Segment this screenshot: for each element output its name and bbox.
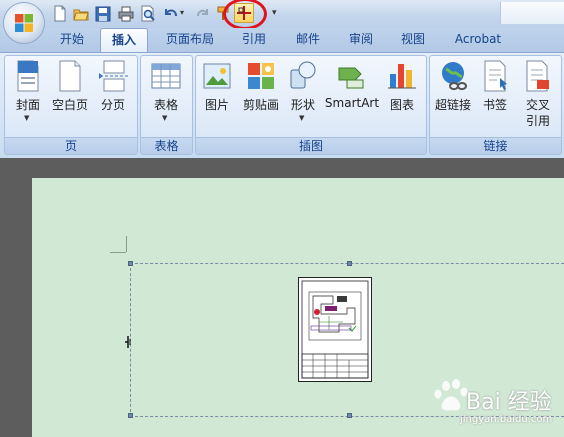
chart-button[interactable]: 图表 — [384, 58, 420, 128]
blank-page-label: 空白页 — [51, 98, 88, 112]
tab-review[interactable]: 审阅 — [342, 28, 380, 52]
open-folder-icon[interactable] — [73, 5, 89, 22]
clip-art-icon — [248, 63, 274, 89]
tab-references[interactable]: 引用 — [236, 28, 272, 52]
tab-home[interactable]: 开始 — [50, 28, 94, 52]
page-break-label: 分页 — [100, 98, 125, 112]
hyperlink-button[interactable]: 超链接 — [432, 58, 474, 128]
margin-corner-mark — [110, 252, 126, 253]
resize-handle[interactable] — [128, 261, 133, 266]
watermark-url: jingyan.baidu.com — [460, 414, 553, 425]
group-illustrations-label: 插图 — [196, 137, 426, 154]
page-break-icon — [99, 60, 128, 92]
chevron-down-icon: ▼ — [24, 114, 30, 122]
new-doc-icon[interactable] — [52, 5, 68, 22]
smartart-icon — [338, 67, 364, 89]
save-icon[interactable] — [95, 5, 111, 22]
customize-qat-icon[interactable]: ▾ — [272, 8, 277, 18]
text-cursor-icon — [125, 336, 131, 348]
drawing-thumbnail — [301, 280, 369, 379]
chevron-down-icon: ▼ — [162, 114, 168, 122]
tab-insert[interactable]: 插入 — [100, 28, 148, 52]
resize-handle[interactable] — [347, 413, 352, 418]
chart-icon — [388, 64, 416, 89]
chart-label: 图表 — [389, 98, 414, 112]
bookmark-label: 书签 — [482, 98, 507, 112]
tab-acrobat[interactable]: Acrobat — [446, 28, 510, 52]
cover-page-icon — [17, 60, 39, 92]
group-tables-label: 表格 — [141, 137, 192, 154]
title-area — [500, 2, 564, 24]
bookmark-icon — [484, 60, 507, 92]
blank-page-icon — [59, 60, 81, 92]
undo-dropdown-icon[interactable]: ▾ — [180, 8, 184, 17]
tab-page-layout[interactable]: 页面布局 — [158, 28, 222, 52]
smartart-button[interactable]: SmartArt — [323, 58, 381, 128]
table-button[interactable]: 表格 ▼ — [144, 58, 188, 128]
clip-art-button[interactable]: 剪贴画 — [239, 58, 283, 128]
cross-reference-label-2: 引用 — [525, 114, 550, 128]
office-logo-icon — [15, 14, 33, 32]
embedded-drawing-object[interactable] — [298, 277, 372, 382]
chevron-down-icon: ▼ — [299, 114, 305, 122]
undo-icon[interactable] — [162, 5, 178, 22]
smartart-label: SmartArt — [324, 96, 380, 110]
hyperlink-icon — [442, 62, 467, 91]
print-preview-icon[interactable] — [140, 5, 156, 22]
cover-page-button[interactable]: 封面 ▼ — [8, 58, 48, 128]
cross-reference-icon — [526, 60, 549, 92]
cross-reference-button[interactable]: 交叉 引用 — [518, 58, 558, 128]
group-links-label: 链接 — [430, 137, 561, 154]
page-break-button[interactable]: 分页 — [94, 58, 132, 128]
group-pages-label: 页 — [5, 137, 137, 154]
print-icon[interactable] — [118, 5, 134, 22]
cover-page-label: 封面 — [15, 98, 40, 112]
picture-button[interactable]: 图片 — [199, 58, 235, 128]
shapes-button[interactable]: 形状 ▼ — [285, 58, 321, 128]
margin-corner-mark — [126, 236, 127, 252]
shapes-label: 形状 — [290, 98, 315, 112]
tab-mailings[interactable]: 邮件 — [288, 28, 328, 52]
shapes-icon — [290, 61, 316, 89]
table-label: 表格 — [153, 98, 178, 112]
picture-label: 图片 — [204, 98, 229, 112]
resize-handle[interactable] — [347, 261, 352, 266]
table-icon — [151, 63, 181, 89]
resize-handle[interactable] — [128, 413, 133, 418]
cross-reference-label-1: 交叉 — [525, 98, 550, 112]
hyperlink-label: 超链接 — [434, 98, 471, 112]
blank-page-button[interactable]: 空白页 — [49, 58, 91, 128]
bookmark-button[interactable]: 书签 — [478, 58, 512, 128]
office-button[interactable] — [4, 3, 44, 43]
clip-art-label: 剪贴画 — [242, 98, 279, 112]
watermark-brand: Bai 经验 — [466, 390, 552, 415]
redo-icon[interactable] — [195, 5, 211, 22]
picture-icon — [203, 63, 231, 89]
tab-view[interactable]: 视图 — [394, 28, 432, 52]
